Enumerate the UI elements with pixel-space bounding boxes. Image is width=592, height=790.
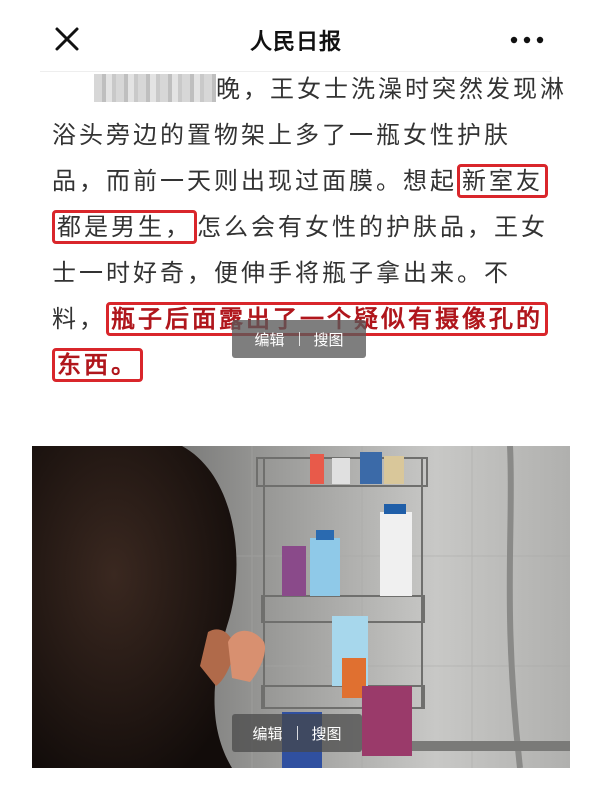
more-dots-icon[interactable] [510, 36, 544, 44]
page-title: 人民日报 [249, 30, 342, 55]
article-text: 料， [52, 305, 106, 333]
toolbar-separator [296, 726, 298, 740]
image-toolbar: 编辑 搜图 [232, 320, 366, 358]
highlighted-phrase: 新室友 [457, 164, 548, 198]
article-line: 浴头旁边的置物架上多了一瓶女性护肤 [52, 112, 562, 158]
toolbar-separator [298, 332, 300, 346]
article-line: 士一时好奇，便伸手将瓶子拿出来。不 [52, 250, 562, 296]
article-text: 士一时好奇，便伸手将瓶子拿出来。不 [52, 259, 511, 287]
edit-button[interactable]: 编辑 [252, 723, 282, 744]
article-text: 品，而前一天则出现过面膜。想起 [52, 167, 457, 195]
highlighted-phrase: 都是男生， [52, 210, 197, 244]
top-navbar: 人民日报 [0, 0, 592, 72]
search-image-button[interactable]: 搜图 [312, 723, 342, 744]
highlighted-phrase: 东西。 [52, 348, 143, 382]
article-text: 浴头旁边的置物架上多了一瓶女性护肤 [52, 121, 511, 149]
blurred-date [94, 74, 216, 102]
article-line: 品，而前一天则出现过面膜。想起 新室友 [52, 158, 562, 204]
article-text: 晚，王女士洗澡时突然发现淋 [216, 75, 567, 103]
edit-button[interactable]: 编辑 [254, 329, 284, 350]
article-line: 都是男生， 怎么会有女性的护肤品，王女 [52, 204, 562, 250]
article-text: 怎么会有女性的护肤品，王女 [197, 213, 548, 241]
article-line: 晚，王女士洗澡时突然发现淋 [52, 66, 564, 112]
image-toolbar: 编辑 搜图 [232, 714, 362, 752]
search-image-button[interactable]: 搜图 [314, 329, 344, 350]
